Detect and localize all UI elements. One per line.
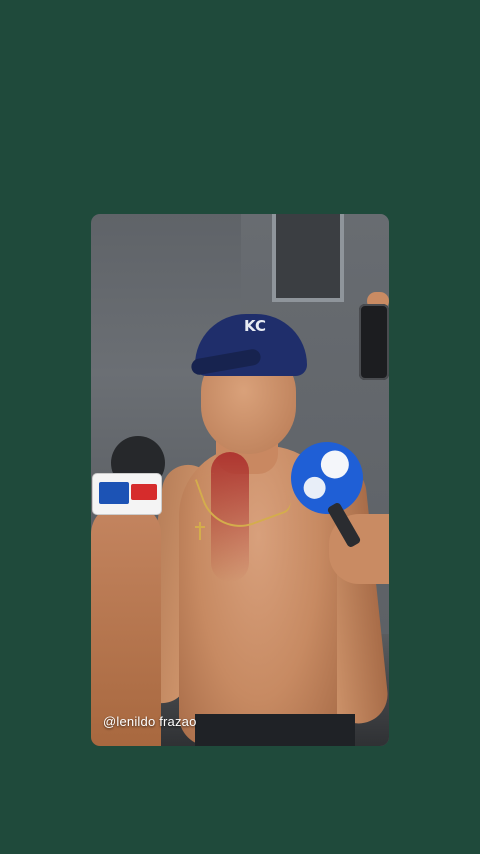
mic-flag-left — [93, 474, 161, 514]
smartphone-icon — [359, 304, 389, 380]
mic-logo-dot-small — [300, 473, 329, 502]
microphone-left — [91, 436, 165, 556]
mic-logo-dot-large — [316, 446, 353, 483]
microphone-right — [280, 431, 374, 549]
cap-logo: KC — [244, 317, 266, 335]
cross-pendant-icon — [195, 522, 205, 540]
station-logo-secondary-icon — [131, 484, 157, 500]
watermark-text: @lenildo frazao — [103, 714, 197, 729]
station-logo-icon — [99, 482, 129, 504]
story-media[interactable]: KC @lenildo frazao — [91, 214, 389, 746]
waistband — [195, 714, 355, 746]
